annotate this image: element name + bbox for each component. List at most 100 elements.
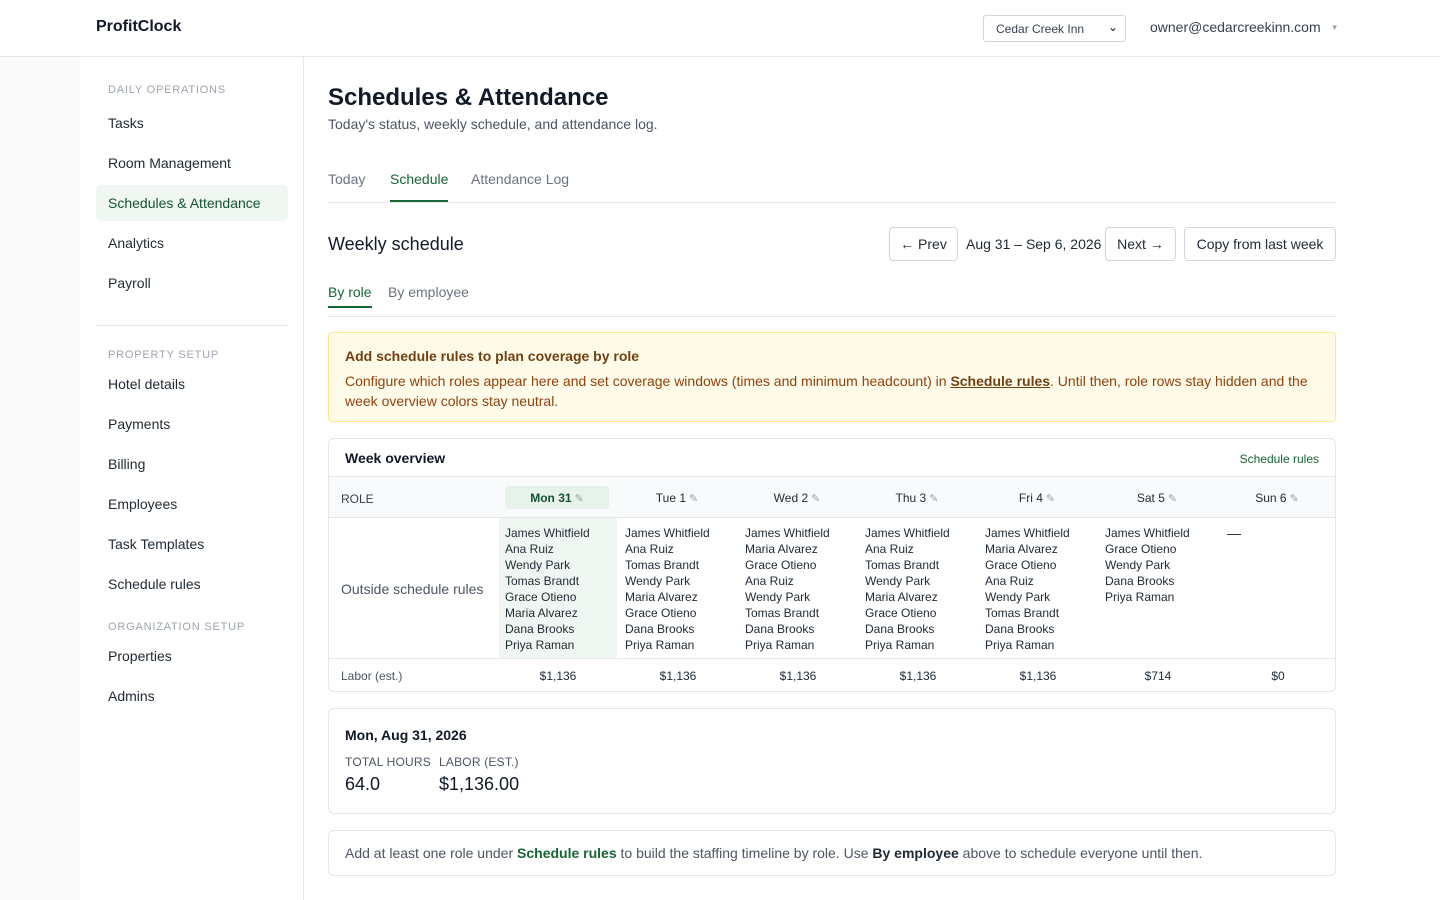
tip-schedule-rules-link[interactable]: Schedule rules bbox=[517, 845, 617, 861]
property-select[interactable]: Cedar Creek Inn ⌄ bbox=[983, 15, 1126, 42]
tip-text-after: above to schedule everyone until then. bbox=[958, 845, 1203, 861]
sidebar-item-schedules-attendance[interactable]: Schedules & Attendance bbox=[96, 185, 288, 221]
pencil-icon[interactable]: ✎ bbox=[1168, 493, 1177, 505]
day-header[interactable]: Sun 6 ✎ bbox=[1225, 486, 1329, 509]
week-overview-header-row: ROLE Mon 31 ✎ Tue 1 ✎ Wed 2 ✎ Thu 3 ✎ Fri 4 ✎ Sat … bbox=[329, 476, 1335, 518]
page-subtitle: Today's status, weekly schedule, and att… bbox=[328, 116, 658, 132]
employee-name: Maria Alvarez bbox=[745, 542, 818, 556]
employee-name: Maria Alvarez bbox=[865, 590, 938, 604]
employee-name: Tomas Brandt bbox=[745, 606, 820, 620]
pencil-icon[interactable]: ✎ bbox=[1046, 493, 1055, 505]
day-header-label: Wed 2 bbox=[773, 491, 809, 505]
day-header[interactable]: Wed 2 ✎ bbox=[745, 486, 849, 509]
employee-name: Tomas Brandt bbox=[505, 574, 580, 588]
sidebar-item-schedule-rules[interactable]: Schedule rules bbox=[96, 566, 288, 602]
employee-name: Maria Alvarez bbox=[505, 606, 578, 620]
pencil-icon[interactable]: ✎ bbox=[929, 493, 938, 505]
day-header-label: Mon 31 bbox=[530, 491, 572, 505]
employee-name: Grace Otieno bbox=[505, 590, 577, 604]
day-detail-card: Mon, Aug 31, 2026 TOTAL HOURS 64.0 LABOR… bbox=[328, 708, 1336, 814]
day-labor-value: $1,136 bbox=[539, 669, 577, 683]
total-hours-label: TOTAL HOURS bbox=[345, 755, 431, 769]
pencil-icon[interactable]: ✎ bbox=[689, 493, 698, 505]
employee-name: James Whitfield bbox=[625, 526, 710, 540]
tab-attendance-log[interactable]: Attendance Log bbox=[471, 171, 569, 200]
employee-name: Wendy Park bbox=[985, 590, 1051, 604]
employee-name: Dana Brooks bbox=[1105, 574, 1175, 588]
day-column: James Whitfield Grace Otieno Wendy Park Dan… bbox=[1099, 518, 1217, 658]
sidebar-section-property: PROPERTY SETUP bbox=[108, 349, 220, 361]
employee-name: Wendy Park bbox=[745, 590, 811, 604]
property-select-value: Cedar Creek Inn bbox=[996, 22, 1085, 36]
sidebar-item-billing[interactable]: Billing bbox=[96, 446, 288, 482]
sidebar-divider bbox=[96, 325, 288, 326]
labor-row: Labor (est.) $1,136 $1,136 $1,136 $1,136 $1,… bbox=[329, 658, 1335, 691]
sidebar-item-admins[interactable]: Admins bbox=[96, 678, 288, 714]
sidebar-item-tasks[interactable]: Tasks bbox=[96, 105, 288, 141]
employee-name: Wendy Park bbox=[1105, 558, 1171, 572]
day-header[interactable]: Sat 5 ✎ bbox=[1105, 486, 1209, 509]
subtab-by-employee[interactable]: By employee bbox=[388, 284, 469, 306]
week-overview-schedule-rules-link[interactable]: Schedule rules bbox=[1240, 452, 1319, 466]
sidebar-item-payments[interactable]: Payments bbox=[96, 406, 288, 442]
role-column-header: ROLE bbox=[341, 492, 374, 506]
day-labor-value: $1,136 bbox=[659, 669, 697, 683]
sidebar-item-room-management[interactable]: Room Management bbox=[96, 145, 288, 181]
schedule-view-tabs: By role By employee bbox=[328, 283, 1336, 317]
day-labor-value: $0 bbox=[1271, 669, 1285, 683]
employee-name: Wendy Park bbox=[865, 574, 931, 588]
total-hours-value: 64.0 bbox=[345, 774, 381, 794]
day-column: James Whitfield Ana Ruiz Wendy Park Tomas B… bbox=[499, 518, 617, 658]
employee-name: Priya Raman bbox=[745, 638, 815, 652]
tip-text-middle: to build the staffing timeline by role. … bbox=[616, 845, 873, 861]
day-column: James Whitfield Ana Ruiz Tomas Brandt Wendy… bbox=[619, 518, 737, 658]
pencil-icon[interactable]: ✎ bbox=[575, 493, 584, 505]
notice-text-before: Configure which roles appear here and se… bbox=[345, 373, 951, 389]
subtab-by-role[interactable]: By role bbox=[328, 284, 372, 308]
user-email: owner@cedarcreekinn.com bbox=[1150, 19, 1321, 35]
pencil-icon[interactable]: ✎ bbox=[1290, 493, 1299, 505]
caret-down-icon: ▼ bbox=[1330, 23, 1339, 32]
sidebar-item-task-templates[interactable]: Task Templates bbox=[96, 526, 288, 562]
sidebar-item-employees[interactable]: Employees bbox=[96, 486, 288, 522]
sidebar-item-analytics[interactable]: Analytics bbox=[96, 225, 288, 261]
prev-week-button[interactable]: ← Prev bbox=[889, 227, 958, 261]
employee-name: Grace Otieno bbox=[1105, 542, 1177, 556]
employee-name: James Whitfield bbox=[865, 526, 950, 540]
tip-text-before: Add at least one role under bbox=[345, 845, 518, 861]
employee-name: Ana Ruiz bbox=[745, 574, 794, 588]
day-header-label: Fri 4 bbox=[1018, 491, 1043, 505]
notice-schedule-rules-link[interactable]: Schedule rules bbox=[950, 373, 1050, 389]
left-gutter bbox=[0, 57, 80, 900]
day-header-label: Sun 6 bbox=[1255, 491, 1287, 505]
day-labor-value: $1,136 bbox=[779, 669, 817, 683]
employee-name: Ana Ruiz bbox=[985, 574, 1034, 588]
user-menu[interactable]: owner@cedarcreekinn.com ▼ bbox=[1150, 19, 1339, 35]
notice-body: Configure which roles appear here and se… bbox=[345, 371, 1315, 411]
day-header[interactable]: Thu 3 ✎ bbox=[865, 486, 969, 509]
page-tabs: Today Schedule Attendance Log bbox=[328, 165, 1336, 203]
copy-last-week-button[interactable]: Copy from last week bbox=[1184, 227, 1336, 261]
sidebar-item-hotel-details[interactable]: Hotel details bbox=[96, 366, 288, 402]
notice-title: Add schedule rules to plan coverage by r… bbox=[345, 348, 640, 364]
employee-name: James Whitfield bbox=[985, 526, 1070, 540]
day-header[interactable]: Fri 4 ✎ bbox=[985, 486, 1089, 509]
employee-name: Dana Brooks bbox=[865, 622, 935, 636]
day-header[interactable]: Mon 31 ✎ bbox=[505, 486, 609, 509]
top-bar: ProfitClock Cedar Creek Inn ⌄ owner@ceda… bbox=[0, 0, 1440, 57]
employee-name: Maria Alvarez bbox=[985, 542, 1058, 556]
pencil-icon[interactable]: ✎ bbox=[811, 493, 820, 505]
day-column: James Whitfield Maria Alvarez Grace Otieno… bbox=[739, 518, 857, 658]
next-week-button[interactable]: Next → bbox=[1105, 227, 1176, 261]
day-column: James Whitfield Maria Alvarez Grace Otieno… bbox=[979, 518, 1097, 658]
tab-today[interactable]: Today bbox=[328, 171, 365, 200]
employee-name: Ana Ruiz bbox=[865, 542, 914, 556]
tab-schedule[interactable]: Schedule bbox=[390, 171, 449, 202]
employee-name: Tomas Brandt bbox=[865, 558, 940, 572]
brand-logo[interactable]: ProfitClock bbox=[96, 18, 181, 36]
employee-name: Dana Brooks bbox=[625, 622, 695, 636]
sidebar-section-daily: DAILY OPERATIONS bbox=[108, 84, 226, 96]
sidebar-item-payroll[interactable]: Payroll bbox=[96, 265, 288, 301]
sidebar-item-properties[interactable]: Properties bbox=[96, 638, 288, 674]
day-header[interactable]: Tue 1 ✎ bbox=[625, 486, 729, 509]
